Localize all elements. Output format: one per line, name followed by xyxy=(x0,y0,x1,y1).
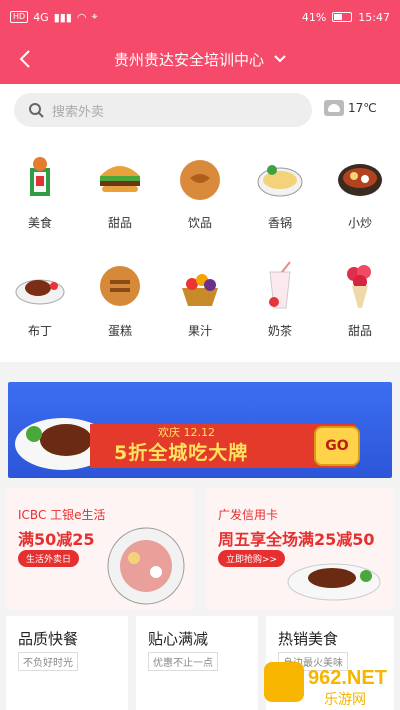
bottom-card-sub: 优惠不止一点 xyxy=(148,652,218,671)
weather-widget[interactable]: 17℃ xyxy=(324,100,377,116)
search-input[interactable]: 搜索外卖 xyxy=(14,93,312,127)
burger-icon xyxy=(100,166,140,192)
bottom-card[interactable]: 品质快餐 不负好时光 xyxy=(6,616,128,710)
category-item[interactable]: 布丁 xyxy=(0,244,80,344)
category-item[interactable]: 奶茶 xyxy=(240,244,320,344)
status-left: HD 4G ▮▮▮ ◠ ⌖ xyxy=(10,10,98,24)
category-item[interactable]: 果汁 xyxy=(160,244,240,344)
hd-chip: HD xyxy=(10,11,29,23)
wifi-icon: ◠ xyxy=(76,10,87,24)
cloud-icon xyxy=(324,100,344,116)
search-row: 搜索外卖 17℃ xyxy=(0,84,400,136)
category-item[interactable]: 饮品 xyxy=(160,136,240,236)
bottom-card-title: 贴心满减 xyxy=(148,630,209,648)
page-title: 贵州贵达安全培训中心 xyxy=(113,50,264,69)
hotpot-icon xyxy=(338,164,382,196)
promo-button[interactable]: 生活外卖日 xyxy=(18,550,80,567)
promo-card-icbc[interactable]: ICBC 工银e生活 满50减25 生活外卖日 xyxy=(6,488,194,610)
app-header: 贵州贵达安全培训中心 xyxy=(0,34,400,84)
category-item[interactable]: 甜品 xyxy=(80,136,160,236)
category-item[interactable]: 小炒 xyxy=(320,136,400,236)
bottom-card-sub: 不负好时光 xyxy=(18,652,78,671)
go-button[interactable]: GO xyxy=(314,426,360,466)
battery-percent: 41% xyxy=(301,10,327,24)
pancake-icon xyxy=(180,160,220,200)
chevron-left-icon xyxy=(19,50,30,68)
category-label: 果汁 xyxy=(187,324,212,338)
category-label: 甜品 xyxy=(347,324,372,338)
promo-brand: 广发信用卡 xyxy=(218,508,279,522)
category-label: 蛋糕 xyxy=(107,324,132,338)
cake-icon xyxy=(100,266,140,306)
noodle-bowl-icon xyxy=(257,165,303,197)
promo-card-cgb[interactable]: 广发信用卡 周五享全场满25减50 立即抢购>> xyxy=(206,488,394,610)
status-bar: HD 4G ▮▮▮ ◠ ⌖ 41% 15:47 xyxy=(0,0,400,34)
category-grid: 美食 甜品 饮品 香锅 小炒 布丁 蛋糕 果汁 奶茶 甜品 xyxy=(0,136,400,362)
chevron-down-icon xyxy=(274,55,286,63)
category-label: 饮品 xyxy=(187,216,212,230)
site-watermark: 962.NET 乐游网 xyxy=(264,654,396,708)
location-selector[interactable]: 贵州贵达安全培训中心 xyxy=(114,49,286,70)
category-item[interactable]: 美食 xyxy=(0,136,80,236)
fruit-basket-icon xyxy=(182,274,218,306)
category-label: 奶茶 xyxy=(267,324,292,338)
bottom-card-title: 热销美食 xyxy=(278,630,339,648)
promo-row: ICBC 工银e生活 满50减25 生活外卖日 广发信用卡 周五享全场满25减5… xyxy=(0,488,400,610)
search-icon xyxy=(29,103,44,118)
category-label: 甜品 xyxy=(107,216,132,230)
promo-button[interactable]: 立即抢购>> xyxy=(218,550,286,567)
battery-icon xyxy=(332,12,353,22)
burger-wrap-icon xyxy=(30,157,50,196)
category-item[interactable]: 香锅 xyxy=(240,136,320,236)
weather-temp: 17℃ xyxy=(348,101,377,115)
category-label: 小炒 xyxy=(347,216,372,230)
signal-icon: ▮▮▮ xyxy=(53,10,72,24)
bottom-card[interactable]: 贴心满减 优惠不止一点 xyxy=(136,616,258,710)
category-item[interactable]: 蛋糕 xyxy=(80,244,160,344)
category-label: 美食 xyxy=(27,216,52,230)
bottom-card-title: 品质快餐 xyxy=(18,630,79,648)
clock: 15:47 xyxy=(358,10,390,24)
category-label: 香锅 xyxy=(267,216,292,230)
platter-icon xyxy=(107,527,185,605)
banner-title: 5折全城吃大牌 xyxy=(114,442,249,464)
milkshake-icon xyxy=(269,261,291,309)
network-label: 4G xyxy=(33,10,49,24)
promo-brand: ICBC 工银e生活 xyxy=(18,508,106,522)
flower-bouquet-icon xyxy=(347,265,371,308)
watermark-sub: 乐游网 xyxy=(324,691,366,707)
steak-plate-icon xyxy=(15,279,65,305)
steak-plate-icon xyxy=(287,563,381,601)
back-button[interactable] xyxy=(12,46,38,72)
status-right: 41% 15:47 xyxy=(302,11,390,24)
search-placeholder: 搜索外卖 xyxy=(52,104,105,120)
promo-banner[interactable]: 欢庆 12.12 5折全城吃大牌 GO xyxy=(8,382,392,478)
watermark-logo: 962.NET 乐游网 xyxy=(264,662,387,707)
category-item[interactable]: 甜品 xyxy=(320,244,400,344)
promo-headline: 周五享全场满25减50 xyxy=(218,530,375,549)
category-label: 布丁 xyxy=(27,324,52,338)
watermark-text: 962.NET xyxy=(308,667,387,689)
promo-headline: 满50减25 xyxy=(18,530,95,549)
location-icon: ⌖ xyxy=(91,10,98,23)
